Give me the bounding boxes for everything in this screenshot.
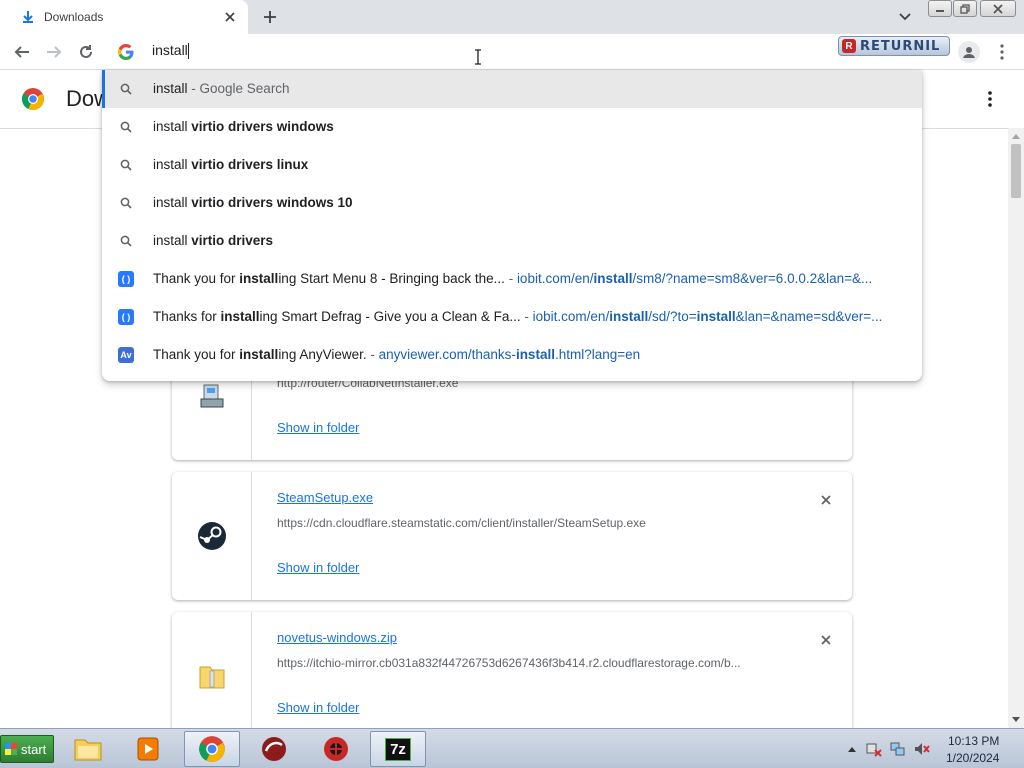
network-error-icon[interactable] xyxy=(866,741,882,757)
chrome-icon[interactable] xyxy=(184,731,240,767)
new-tab-icon[interactable] xyxy=(258,5,282,29)
back-arrow-icon[interactable] xyxy=(10,40,34,64)
minimize-icon[interactable] xyxy=(928,0,952,17)
remove-download-icon[interactable] xyxy=(816,490,836,510)
remove-download-icon[interactable] xyxy=(816,630,836,650)
page-menu-icon[interactable] xyxy=(980,88,1000,110)
suggestion-history-item[interactable]: ( ) Thank you for installing Start Menu … xyxy=(102,260,922,298)
suggestion-google-search[interactable]: install - Google Search xyxy=(102,70,922,108)
taskbar: start 7z 10:13 PM 1/20/2024 xyxy=(0,728,1024,768)
network-icon[interactable] xyxy=(890,741,906,757)
iobit-icon: ( ) xyxy=(118,309,134,325)
page-scrollbar[interactable] xyxy=(1008,128,1024,728)
suggestion-item[interactable]: install virtio drivers windows 10 xyxy=(102,184,922,222)
download-card: novetus-windows.zip https://itchio-mirro… xyxy=(172,612,852,740)
show-in-folder-link[interactable]: Show in folder xyxy=(277,420,359,435)
text-caret xyxy=(187,43,189,60)
show-in-folder-link[interactable]: Show in folder xyxy=(277,700,359,715)
anyviewer-icon: Av xyxy=(118,347,134,363)
search-icon xyxy=(118,81,134,97)
returnil-app-icon[interactable] xyxy=(246,731,302,767)
iobit-icon: ( ) xyxy=(118,271,134,287)
search-icon xyxy=(118,157,134,173)
forward-arrow-icon[interactable] xyxy=(42,40,66,64)
download-file-name[interactable]: SteamSetup.exe xyxy=(277,490,373,505)
address-bar-input[interactable]: install xyxy=(152,42,452,60)
google-g-icon xyxy=(117,43,134,61)
clock-time[interactable]: 10:13 PM xyxy=(948,734,999,748)
tab-strip: Downloads xyxy=(0,0,1024,34)
download-file-name[interactable]: novetus-windows.zip xyxy=(277,630,397,645)
download-url: https://cdn.cloudflare.steamstatic.com/c… xyxy=(277,516,646,530)
scroll-up-icon[interactable] xyxy=(1008,128,1024,144)
clock-date[interactable]: 1/20/2024 xyxy=(946,751,999,765)
7zip-icon[interactable]: 7z xyxy=(370,731,426,767)
7zip-label: 7z xyxy=(385,737,411,761)
browser-menu-icon[interactable] xyxy=(992,41,1012,63)
volume-muted-icon[interactable] xyxy=(914,741,930,757)
tab-downloads[interactable]: Downloads xyxy=(0,0,248,34)
zip-folder-icon xyxy=(199,666,224,689)
installer-icon xyxy=(200,384,223,408)
returnil-badge[interactable]: R RETURNIL xyxy=(838,36,950,56)
tab-close-icon[interactable] xyxy=(220,7,240,27)
tray-expand-icon[interactable] xyxy=(844,741,860,757)
suggestion-item[interactable]: install virtio drivers windows xyxy=(102,108,922,146)
chrome-logo-icon xyxy=(21,88,45,111)
scroll-thumb[interactable] xyxy=(1011,144,1021,198)
suggestion-history-item[interactable]: ( ) Thanks for installing Smart Defrag -… xyxy=(102,298,922,336)
search-icon xyxy=(118,119,134,135)
window-close-icon[interactable] xyxy=(980,0,1016,17)
search-icon xyxy=(118,195,134,211)
restore-icon[interactable] xyxy=(953,0,977,17)
steam-icon xyxy=(197,522,226,550)
profile-avatar-icon[interactable] xyxy=(958,41,980,63)
toolbar: install R RETURNIL xyxy=(0,34,1024,70)
suggestion-history-item[interactable]: Av Thank you for installing AnyViewer. -… xyxy=(102,336,922,374)
scroll-down-icon[interactable] xyxy=(1008,712,1024,728)
media-player-icon[interactable] xyxy=(120,731,176,767)
reload-icon[interactable] xyxy=(74,40,98,64)
returnil-logo-icon: R xyxy=(842,39,856,53)
windows-logo-icon xyxy=(5,743,17,755)
omnibox-suggestions: install - Google Search install virtio d… xyxy=(102,70,922,381)
suggestion-item[interactable]: install virtio drivers linux xyxy=(102,146,922,184)
file-explorer-icon[interactable] xyxy=(60,731,116,767)
returnil-label: RETURNIL xyxy=(860,38,941,54)
download-url: https://itchio-mirror.cb031a832f44726753… xyxy=(277,656,741,670)
start-button[interactable]: start xyxy=(0,735,54,763)
suggestion-item[interactable]: install virtio drivers xyxy=(102,222,922,260)
search-icon xyxy=(118,233,134,249)
download-card: SteamSetup.exe https://cdn.cloudflare.st… xyxy=(172,472,852,600)
chevron-down-icon[interactable] xyxy=(894,6,916,28)
start-label: start xyxy=(21,741,47,757)
security-app-icon[interactable] xyxy=(308,731,364,767)
tab-title: Downloads xyxy=(44,10,104,24)
download-icon xyxy=(20,9,36,25)
ibeam-cursor-icon xyxy=(475,49,481,65)
show-in-folder-link[interactable]: Show in folder xyxy=(277,560,359,575)
